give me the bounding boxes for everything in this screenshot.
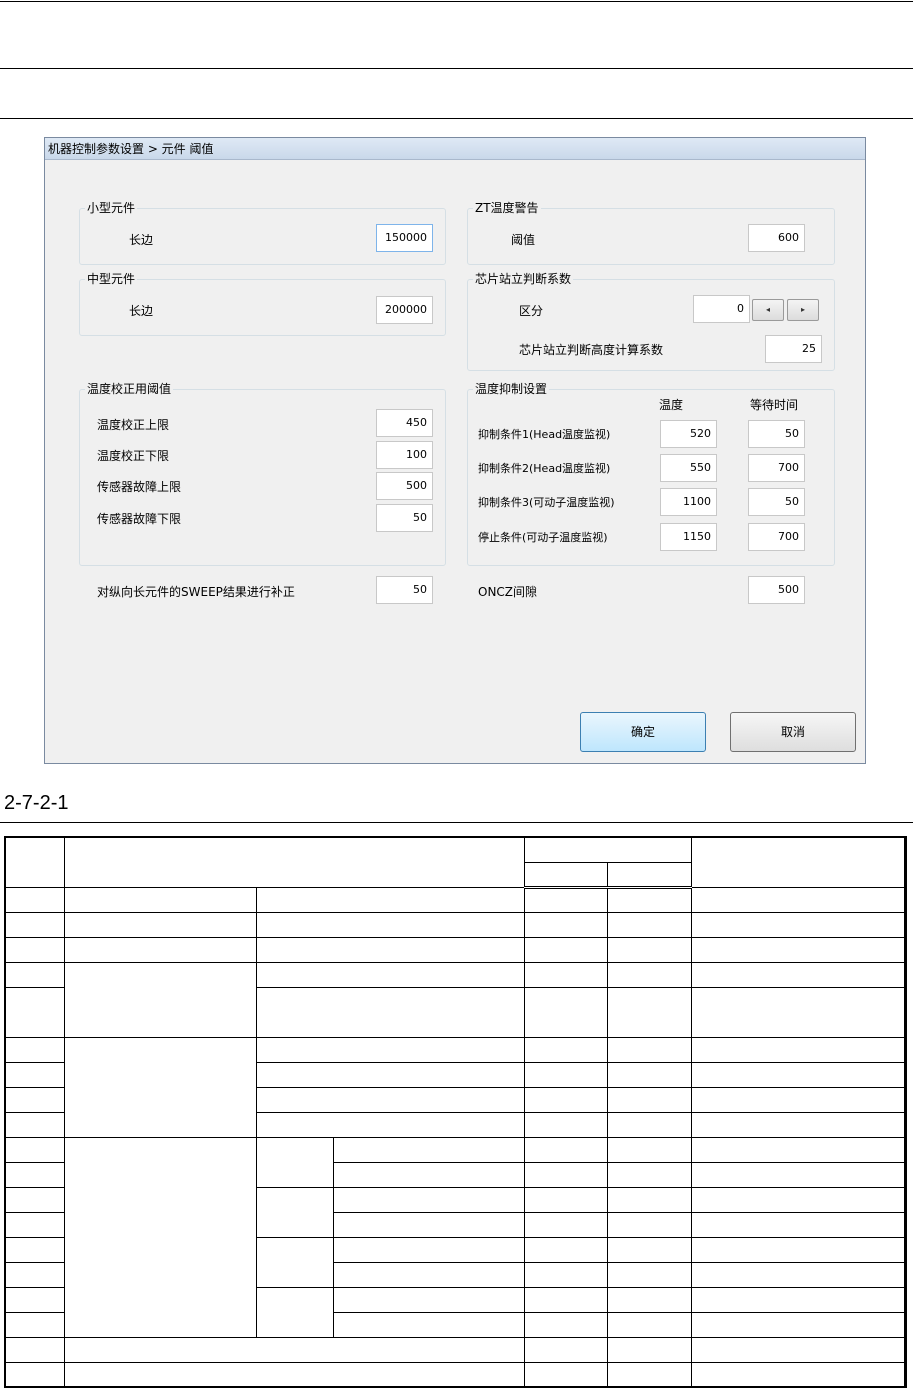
sweep-correction-label: 对纵向长元件的SWEEP结果进行补正 <box>97 585 295 599</box>
table-header-cell <box>63 836 525 888</box>
temp-cal-upper-label: 温度校正上限 <box>97 418 170 432</box>
suppression-row-4-temp[interactable]: 1150 <box>660 523 717 551</box>
chip-category-spin-right[interactable]: ▸ <box>787 299 819 321</box>
chip-height-coef-label: 芯片站立判断高度计算系数 <box>519 343 664 357</box>
chip-category-spin-left[interactable]: ◂ <box>752 299 784 321</box>
temp-suppression-title: 温度抑制设置 <box>473 381 550 397</box>
suppression-row-1-wait[interactable]: 50 <box>748 420 805 448</box>
table-row <box>4 886 906 913</box>
cancel-button[interactable]: 取消 <box>730 712 856 752</box>
table-header-cell <box>523 861 608 889</box>
table-header-cell <box>523 836 692 863</box>
temp-cal-upper-input[interactable]: 450 <box>376 409 433 437</box>
table-row <box>4 1336 906 1363</box>
zt-warning-title: ZT温度警告 <box>473 200 541 216</box>
table-row <box>4 1361 906 1388</box>
table-row <box>4 936 906 963</box>
medium-long-side-label: 长边 <box>129 304 154 318</box>
figure-caption: 2-7-2-1 <box>4 792 69 814</box>
sensor-fault-upper-label: 传感器故障上限 <box>97 480 182 494</box>
temp-cal-lower-label: 温度校正下限 <box>97 449 170 463</box>
table-header-cell <box>903 836 906 888</box>
suppression-row-2-temp[interactable]: 550 <box>660 454 717 482</box>
chip-height-coef-input[interactable]: 25 <box>765 335 822 363</box>
suppression-row-4-wait[interactable]: 700 <box>748 523 805 551</box>
header-rule-1 <box>0 1 913 2</box>
suppression-row-3-label: 抑制条件3(可动子温度监视) <box>478 496 615 509</box>
caption-rule <box>0 822 913 823</box>
sensor-fault-lower-label: 传感器故障下限 <box>97 512 182 526</box>
medium-component-title: 中型元件 <box>85 271 138 287</box>
parameter-table <box>4 836 907 1388</box>
suppression-row-2-wait[interactable]: 700 <box>748 454 805 482</box>
sensor-fault-lower-input[interactable]: 50 <box>376 504 433 532</box>
sweep-correction-input[interactable]: 50 <box>376 576 433 604</box>
temp-cal-lower-input[interactable]: 100 <box>376 441 433 469</box>
dialog-title-bar: 机器控制参数设置 > 元件 阈值 <box>45 138 865 160</box>
table-header-cell <box>690 836 905 888</box>
oncz-gap-label: ONCZ间隙 <box>478 585 538 599</box>
sensor-fault-upper-input[interactable]: 500 <box>376 472 433 500</box>
table-row <box>4 961 906 1038</box>
header-rule-2 <box>0 68 913 69</box>
table-header-cell <box>4 836 65 888</box>
zt-threshold-label: 阈值 <box>511 233 536 247</box>
dialog-title: 机器控制参数设置 > 元件 阈值 <box>48 142 214 156</box>
suppression-row-3-wait[interactable]: 50 <box>748 488 805 516</box>
zt-threshold-input[interactable]: 600 <box>748 224 805 252</box>
chip-category-label: 区分 <box>519 304 544 318</box>
component-threshold-dialog: 机器控制参数设置 > 元件 阈值 小型元件 长边 150000 中型元件 长边 … <box>44 137 866 764</box>
small-long-side-input[interactable]: 150000 <box>376 224 433 252</box>
chip-category-input[interactable]: 0 <box>693 295 750 323</box>
suppression-col-temp: 温度 <box>659 398 684 412</box>
table-header-cell <box>606 861 692 889</box>
table-row <box>4 1136 906 1338</box>
table-row <box>4 911 906 938</box>
small-long-side-label: 长边 <box>129 233 154 247</box>
header-rule-3 <box>0 118 913 119</box>
suppression-row-2-label: 抑制条件2(Head温度监视) <box>478 462 611 475</box>
ok-button[interactable]: 确定 <box>580 712 706 752</box>
suppression-row-4-label: 停止条件(可动子温度监视) <box>478 531 608 544</box>
medium-long-side-input[interactable]: 200000 <box>376 296 433 324</box>
small-component-title: 小型元件 <box>85 200 138 216</box>
suppression-col-wait: 等待时间 <box>750 398 799 412</box>
chip-standing-title: 芯片站立判断系数 <box>473 271 574 287</box>
suppression-row-1-label: 抑制条件1(Head温度监视) <box>478 428 611 441</box>
suppression-row-3-temp[interactable]: 1100 <box>660 488 717 516</box>
oncz-gap-input[interactable]: 500 <box>748 576 805 604</box>
suppression-row-1-temp[interactable]: 520 <box>660 420 717 448</box>
temp-calibration-title: 温度校正用阈值 <box>85 381 174 397</box>
table-row <box>4 1036 906 1138</box>
